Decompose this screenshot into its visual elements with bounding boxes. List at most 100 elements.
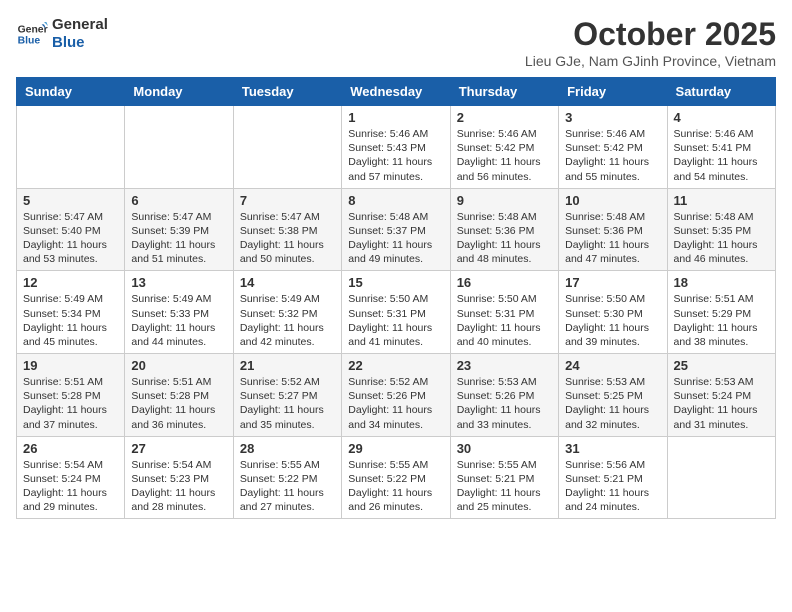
day-cell: 5Sunrise: 5:47 AM Sunset: 5:40 PM Daylig… <box>17 188 125 271</box>
day-cell: 31Sunrise: 5:56 AM Sunset: 5:21 PM Dayli… <box>559 436 667 519</box>
day-number: 21 <box>240 358 335 373</box>
day-cell: 8 Sunrise: 5:48 AM Sunset: 5:37 PM Daylig… <box>342 188 450 271</box>
day-cell <box>667 436 775 519</box>
day-cell: 3 Sunrise: 5:46 AM Sunset: 5:42 PM Daylig… <box>559 106 667 189</box>
day-number: 30 <box>457 441 552 456</box>
calendar: SundayMondayTuesdayWednesdayThursdayFrid… <box>16 77 776 519</box>
logo-blue: Blue <box>52 34 108 52</box>
subtitle: Lieu GJe, Nam GJinh Province, Vietnam <box>525 53 776 69</box>
day-info: Sunrise: 5:53 AM Sunset: 5:25 PM Dayligh… <box>565 375 660 432</box>
day-info: Sunrise: 5:49 AM Sunset: 5:34 PM Dayligh… <box>23 292 118 349</box>
day-info: Sunrise: 5:53 AM Sunset: 5:24 PM Dayligh… <box>674 375 769 432</box>
day-cell: 16 Sunrise: 5:50 AM Sunset: 5:31 PM Dayli… <box>450 271 558 354</box>
day-cell: 14Sunrise: 5:49 AM Sunset: 5:32 PM Dayli… <box>233 271 341 354</box>
day-info: Sunrise: 5:48 AM Sunset: 5:35 PM Dayligh… <box>674 210 769 267</box>
day-cell: 23 Sunrise: 5:53 AM Sunset: 5:26 PM Dayli… <box>450 354 558 437</box>
day-info: Sunrise: 5:50 AM Sunset: 5:31 PM Dayligh… <box>457 292 552 349</box>
day-number: 19 <box>23 358 118 373</box>
week-row-4: 26 Sunrise: 5:54 AM Sunset: 5:24 PM Dayli… <box>17 436 776 519</box>
day-number: 5 <box>23 193 118 208</box>
day-cell: 26 Sunrise: 5:54 AM Sunset: 5:24 PM Dayli… <box>17 436 125 519</box>
day-number: 7 <box>240 193 335 208</box>
day-info: Sunrise: 5:55 AM Sunset: 5:22 PM Dayligh… <box>240 458 335 515</box>
day-cell: 29 Sunrise: 5:55 AM Sunset: 5:22 PM Dayli… <box>342 436 450 519</box>
day-info: Sunrise: 5:46 AM Sunset: 5:42 PM Dayligh… <box>565 127 660 184</box>
day-info: Sunrise: 5:46 AM Sunset: 5:43 PM Dayligh… <box>348 127 443 184</box>
day-cell: 6 Sunrise: 5:47 AM Sunset: 5:39 PM Daylig… <box>125 188 233 271</box>
day-info: Sunrise: 5:51 AM Sunset: 5:29 PM Dayligh… <box>674 292 769 349</box>
day-number: 24 <box>565 358 660 373</box>
day-cell: 25 Sunrise: 5:53 AM Sunset: 5:24 PM Dayli… <box>667 354 775 437</box>
day-number: 31 <box>565 441 660 456</box>
week-row-3: 19 Sunrise: 5:51 AM Sunset: 5:28 PM Dayli… <box>17 354 776 437</box>
day-info: Sunrise: 5:54 AM Sunset: 5:23 PM Dayligh… <box>131 458 226 515</box>
day-info: Sunrise: 5:52 AM Sunset: 5:27 PM Dayligh… <box>240 375 335 432</box>
day-number: 11 <box>674 193 769 208</box>
day-number: 2 <box>457 110 552 125</box>
day-info: Sunrise: 5:46 AM Sunset: 5:42 PM Dayligh… <box>457 127 552 184</box>
day-cell: 9 Sunrise: 5:48 AM Sunset: 5:36 PM Daylig… <box>450 188 558 271</box>
logo: General Blue General Blue <box>16 16 108 52</box>
day-info: Sunrise: 5:53 AM Sunset: 5:26 PM Dayligh… <box>457 375 552 432</box>
day-info: Sunrise: 5:48 AM Sunset: 5:36 PM Dayligh… <box>565 210 660 267</box>
day-cell: 19Sunrise: 5:51 AM Sunset: 5:28 PM Dayli… <box>17 354 125 437</box>
day-cell: 13Sunrise: 5:49 AM Sunset: 5:33 PM Dayli… <box>125 271 233 354</box>
day-number: 8 <box>348 193 443 208</box>
day-info: Sunrise: 5:54 AM Sunset: 5:24 PM Dayligh… <box>23 458 118 515</box>
day-cell <box>17 106 125 189</box>
day-number: 12 <box>23 275 118 290</box>
day-info: Sunrise: 5:51 AM Sunset: 5:28 PM Dayligh… <box>131 375 226 432</box>
day-info: Sunrise: 5:50 AM Sunset: 5:30 PM Dayligh… <box>565 292 660 349</box>
day-number: 10 <box>565 193 660 208</box>
svg-text:Blue: Blue <box>18 36 41 47</box>
day-number: 26 <box>23 441 118 456</box>
day-number: 17 <box>565 275 660 290</box>
header-sunday: Sunday <box>17 78 125 106</box>
day-cell: 18 Sunrise: 5:51 AM Sunset: 5:29 PM Dayli… <box>667 271 775 354</box>
day-cell <box>125 106 233 189</box>
day-info: Sunrise: 5:55 AM Sunset: 5:22 PM Dayligh… <box>348 458 443 515</box>
day-cell: 7 Sunrise: 5:47 AM Sunset: 5:38 PM Daylig… <box>233 188 341 271</box>
day-number: 16 <box>457 275 552 290</box>
header-monday: Monday <box>125 78 233 106</box>
title-block: October 2025 Lieu GJe, Nam GJinh Provinc… <box>525 16 776 69</box>
day-info: Sunrise: 5:47 AM Sunset: 5:39 PM Dayligh… <box>131 210 226 267</box>
day-number: 6 <box>131 193 226 208</box>
day-info: Sunrise: 5:55 AM Sunset: 5:21 PM Dayligh… <box>457 458 552 515</box>
day-number: 20 <box>131 358 226 373</box>
day-cell: 22Sunrise: 5:52 AM Sunset: 5:26 PM Dayli… <box>342 354 450 437</box>
day-cell: 27 Sunrise: 5:54 AM Sunset: 5:23 PM Dayli… <box>125 436 233 519</box>
day-number: 3 <box>565 110 660 125</box>
day-number: 15 <box>348 275 443 290</box>
day-number: 14 <box>240 275 335 290</box>
day-number: 25 <box>674 358 769 373</box>
day-info: Sunrise: 5:47 AM Sunset: 5:38 PM Dayligh… <box>240 210 335 267</box>
day-info: Sunrise: 5:50 AM Sunset: 5:31 PM Dayligh… <box>348 292 443 349</box>
day-number: 27 <box>131 441 226 456</box>
day-info: Sunrise: 5:52 AM Sunset: 5:26 PM Dayligh… <box>348 375 443 432</box>
week-row-0: 1 Sunrise: 5:46 AM Sunset: 5:43 PM Daylig… <box>17 106 776 189</box>
day-info: Sunrise: 5:48 AM Sunset: 5:36 PM Dayligh… <box>457 210 552 267</box>
header-tuesday: Tuesday <box>233 78 341 106</box>
day-number: 9 <box>457 193 552 208</box>
day-number: 23 <box>457 358 552 373</box>
day-number: 18 <box>674 275 769 290</box>
day-cell: 1 Sunrise: 5:46 AM Sunset: 5:43 PM Daylig… <box>342 106 450 189</box>
page-header: General Blue General Blue October 2025 L… <box>16 16 776 69</box>
day-info: Sunrise: 5:46 AM Sunset: 5:41 PM Dayligh… <box>674 127 769 184</box>
day-cell: 30 Sunrise: 5:55 AM Sunset: 5:21 PM Dayli… <box>450 436 558 519</box>
week-row-1: 5Sunrise: 5:47 AM Sunset: 5:40 PM Daylig… <box>17 188 776 271</box>
day-number: 28 <box>240 441 335 456</box>
header-saturday: Saturday <box>667 78 775 106</box>
day-cell: 24 Sunrise: 5:53 AM Sunset: 5:25 PM Dayli… <box>559 354 667 437</box>
day-cell: 20 Sunrise: 5:51 AM Sunset: 5:28 PM Dayli… <box>125 354 233 437</box>
day-number: 29 <box>348 441 443 456</box>
day-cell: 28 Sunrise: 5:55 AM Sunset: 5:22 PM Dayli… <box>233 436 341 519</box>
day-number: 1 <box>348 110 443 125</box>
day-cell <box>233 106 341 189</box>
day-cell: 11 Sunrise: 5:48 AM Sunset: 5:35 PM Dayli… <box>667 188 775 271</box>
day-cell: 2 Sunrise: 5:46 AM Sunset: 5:42 PM Daylig… <box>450 106 558 189</box>
day-info: Sunrise: 5:48 AM Sunset: 5:37 PM Dayligh… <box>348 210 443 267</box>
logo-icon: General Blue <box>16 18 48 50</box>
day-cell: 10 Sunrise: 5:48 AM Sunset: 5:36 PM Dayli… <box>559 188 667 271</box>
